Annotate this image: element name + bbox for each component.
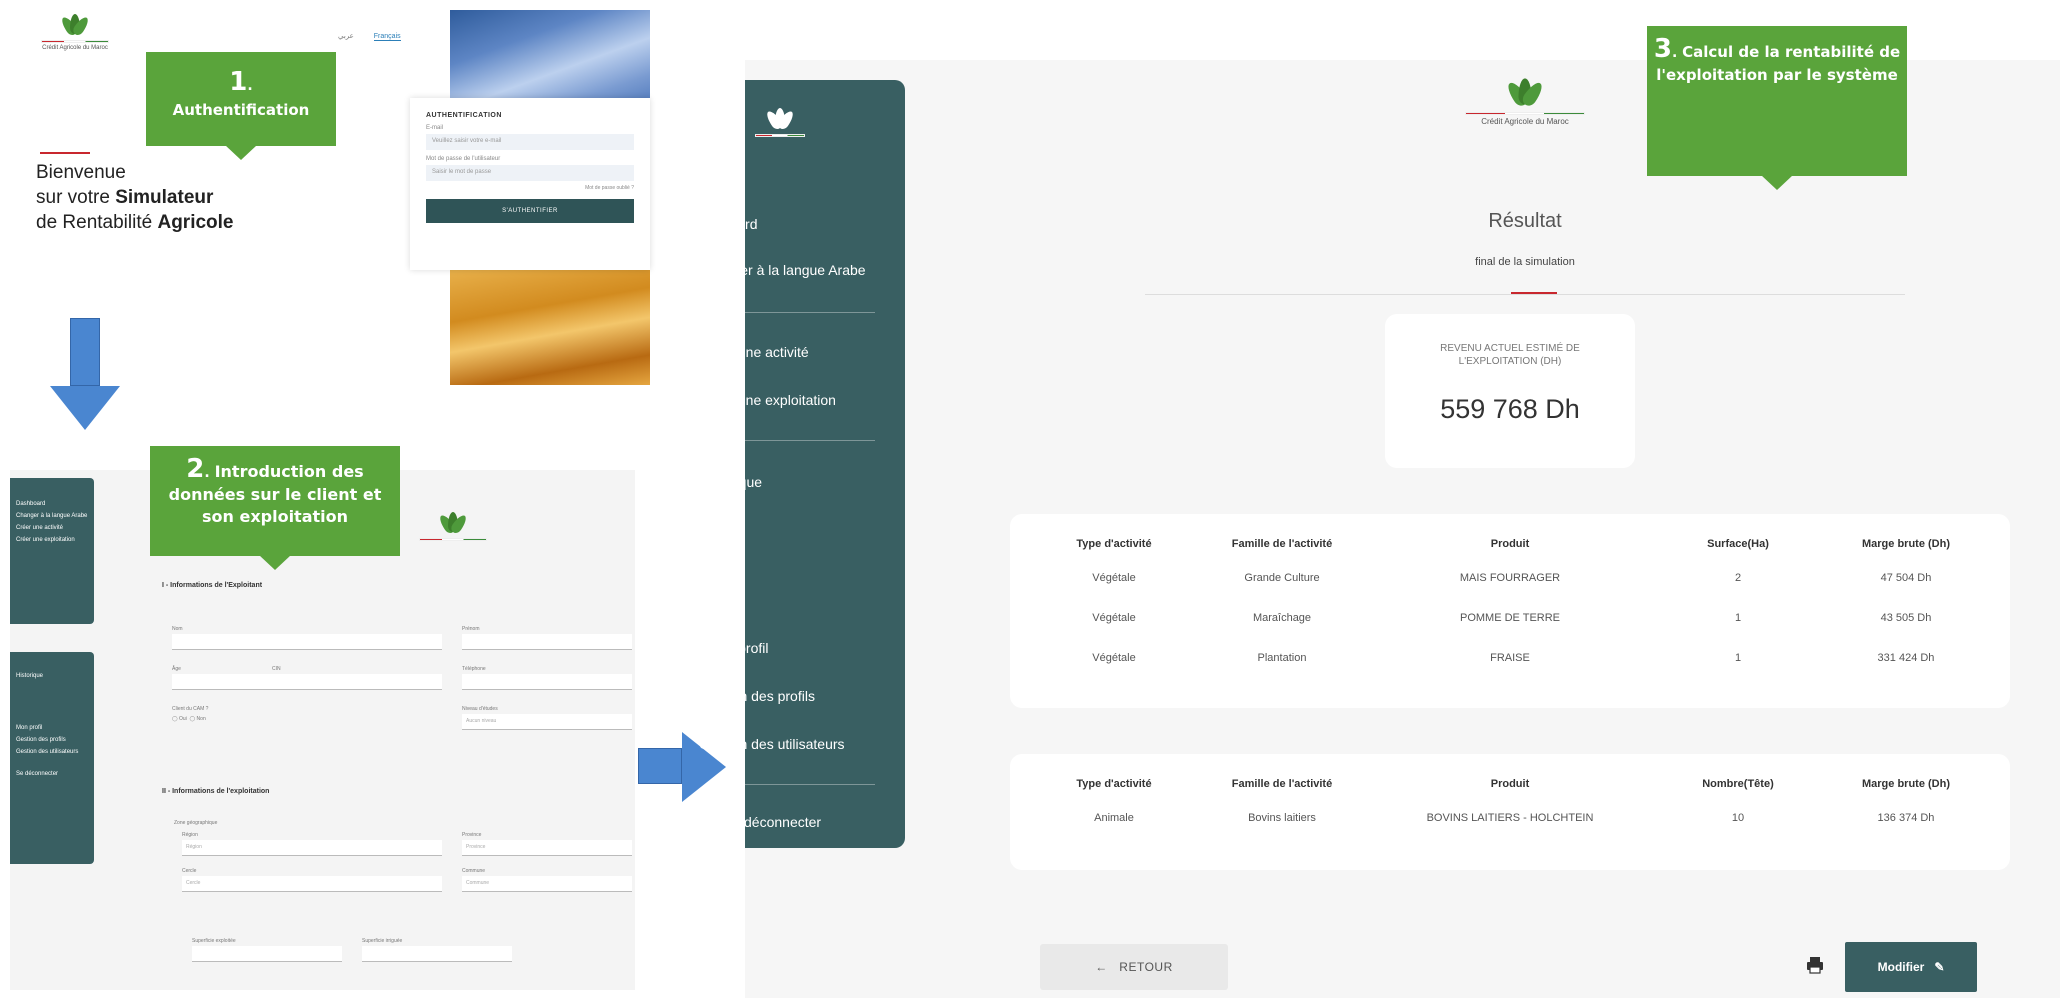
password-field[interactable]: Saisir le mot de passe [426, 165, 634, 181]
arrow-left-icon: ← [1095, 960, 1108, 974]
sidebar-item-profile[interactable]: Mon profil [707, 640, 768, 656]
logo: Crédit Agricole du Maroc [30, 14, 120, 51]
form-logo [408, 512, 498, 541]
result-screen: Dashboard Changer à la langue Arabe Crée… [689, 26, 2060, 998]
animal-results-card: Type d'activité Famille de l'activité Pr… [1010, 754, 2010, 870]
result-logo: Crédit Agricole du Maroc [1455, 78, 1595, 126]
tutorial-composite: Crédit Agricole du Maroc عربي Français B… [0, 0, 2060, 998]
sidebar-item-create-activity[interactable]: Créer une activité [699, 344, 809, 360]
pencil-icon: ✎ [1934, 960, 1945, 974]
form-sidebar-bottom: Historique Mon profil Gestion des profil… [10, 652, 94, 864]
column-header: Famille de l'activité [1231, 538, 1333, 550]
welcome-text: Bienvenue sur votre Simulateur de Rentab… [36, 162, 234, 233]
sidebar-item[interactable]: Historique [10, 670, 94, 682]
callout-step-2: 2. Introduction des données sur le clien… [150, 446, 400, 570]
sidebar-item[interactable]: Mon profil [10, 722, 94, 734]
logo-bank-name: Crédit Agricole du Maroc [42, 45, 108, 51]
sidebar-item-dashboard[interactable]: Dashboard [689, 216, 758, 232]
callout-step-3: 3. Calcul de la rentabilité de l'exploit… [1647, 26, 1907, 190]
cin-field[interactable] [272, 674, 442, 690]
table-row: Végétale Grande Culture MAIS FOURRAGER 2… [1092, 572, 1932, 584]
surface-totale-field[interactable] [192, 946, 342, 962]
result-title: Résultat [1488, 210, 1562, 232]
column-header: Produit [1490, 538, 1530, 550]
form-screen: Dashboard Changer à la langue Arabe Crée… [10, 446, 635, 990]
niveau-select[interactable]: Aucun niveau [462, 714, 632, 730]
sidebar-item-language[interactable]: Changer à la langue Arabe [699, 262, 866, 278]
vegetal-results-table: Type d'activité Famille de l'activité Pr… [1030, 530, 1990, 678]
login-button[interactable]: S'AUTHENTIFIER [426, 199, 634, 223]
accent-line [1511, 292, 1557, 294]
logo-leaf-icon [1503, 78, 1547, 109]
print-icon[interactable] [1804, 954, 1826, 976]
logo-leaf-icon [58, 14, 92, 38]
back-button[interactable]: ← RETOUR [1040, 944, 1228, 990]
password-label: Mot de passe de l'utilisateur [426, 156, 501, 162]
login-title: AUTHENTIFICATION [426, 112, 502, 119]
arrow-down-icon [50, 318, 120, 438]
table-row: Végétale Maraîchage POMME DE TERRE 1 43 … [1092, 612, 1932, 624]
telephone-field[interactable] [462, 674, 632, 690]
accent-line [40, 152, 90, 154]
client-radio-group[interactable]: ◯ Oui ◯ Non [172, 716, 206, 722]
surface-irriguee-field[interactable] [362, 946, 512, 962]
column-header: Marge brute (Dh) [1862, 778, 1950, 790]
sidebar-item[interactable]: Changer à la langue Arabe [10, 510, 94, 522]
sidebar-item[interactable]: Se déconnecter [10, 768, 94, 780]
sidebar-item-profiles[interactable]: Gestion des profils [699, 688, 815, 704]
revenue-card: REVENU ACTUEL ESTIMÉ DE L'EXPLOITATION (… [1385, 314, 1635, 468]
column-header: Surface(Ha) [1707, 538, 1769, 550]
revenue-value: 559 768 Dh [1440, 394, 1580, 424]
sidebar-logo [745, 108, 815, 137]
column-header: Marge brute (Dh) [1862, 538, 1950, 550]
vegetal-results-card: Type d'activité Famille de l'activité Pr… [1010, 514, 2010, 708]
edit-button[interactable]: Modifier ✎ [1845, 942, 1977, 992]
cercle-select[interactable]: Cercle [182, 876, 442, 892]
column-header: Produit [1490, 778, 1530, 790]
sidebar-item[interactable]: Gestion des utilisateurs [10, 746, 94, 758]
forgot-password-link[interactable]: Mot de passe oublié ? [426, 185, 634, 191]
column-header: Famille de l'activité [1231, 778, 1333, 790]
column-header: Nombre(Tête) [1702, 778, 1774, 790]
sidebar-item-create-farm[interactable]: Créer une exploitation [699, 392, 836, 408]
nom-field[interactable] [172, 634, 442, 650]
table-row: Végétale Plantation FRAISE 1 331 424 Dh [1092, 652, 1935, 664]
table-row: Animale Bovins laitiers BOVINS LAITIERS … [1094, 812, 1935, 824]
column-header: Type d'activité [1076, 538, 1152, 550]
logo-leaf-icon [763, 108, 797, 132]
email-label: E-mail [426, 125, 444, 131]
sidebar-item[interactable]: Créer une activité [10, 522, 94, 534]
sidebar-item[interactable]: Créer une exploitation [10, 534, 94, 546]
sidebar-item-history[interactable]: Historique [699, 474, 762, 490]
region-select[interactable]: Région [182, 840, 442, 856]
sidebar-item[interactable]: Gestion des profils [10, 734, 94, 746]
logo-leaf-icon [436, 512, 470, 536]
revenue-label: REVENU ACTUEL ESTIMÉ DE L'EXPLOITATION (… [1440, 343, 1580, 367]
result-subtitle: final de la simulation [1475, 256, 1575, 268]
prenom-field[interactable] [462, 634, 632, 650]
form-sidebar-top: Dashboard Changer à la langue Arabe Crée… [10, 478, 94, 624]
sidebar-item-users[interactable]: Gestion des utilisateurs [699, 736, 845, 752]
section-operator-info: I - Informations de l'Exploitant [162, 582, 263, 589]
result-sidebar: Dashboard Changer à la langue Arabe Crée… [689, 80, 905, 848]
callout-step-1: 1. Authentification [146, 52, 336, 160]
section-farm-info: II - Informations de l'exploitation [162, 788, 270, 795]
column-header: Type d'activité [1076, 778, 1152, 790]
sidebar-item[interactable]: Dashboard [10, 498, 94, 510]
nav-lang-french[interactable]: Français [373, 33, 401, 41]
email-field[interactable]: Veuillez saisir votre e-mail [426, 134, 634, 150]
animal-results-table: Type d'activité Famille de l'activité Pr… [1030, 770, 1990, 838]
nav-lang-arabic[interactable]: عربي [338, 33, 354, 40]
commune-select[interactable]: Commune [462, 876, 632, 892]
top-nav: عربي Français [320, 32, 401, 41]
login-card: AUTHENTIFICATION E-mail Veuillez saisir … [410, 98, 650, 270]
province-select[interactable]: Province [462, 840, 632, 856]
sidebar-item-logout[interactable]: Se déconnecter [723, 814, 821, 830]
age-field[interactable] [172, 674, 272, 690]
hero-image-wheat [450, 270, 650, 385]
